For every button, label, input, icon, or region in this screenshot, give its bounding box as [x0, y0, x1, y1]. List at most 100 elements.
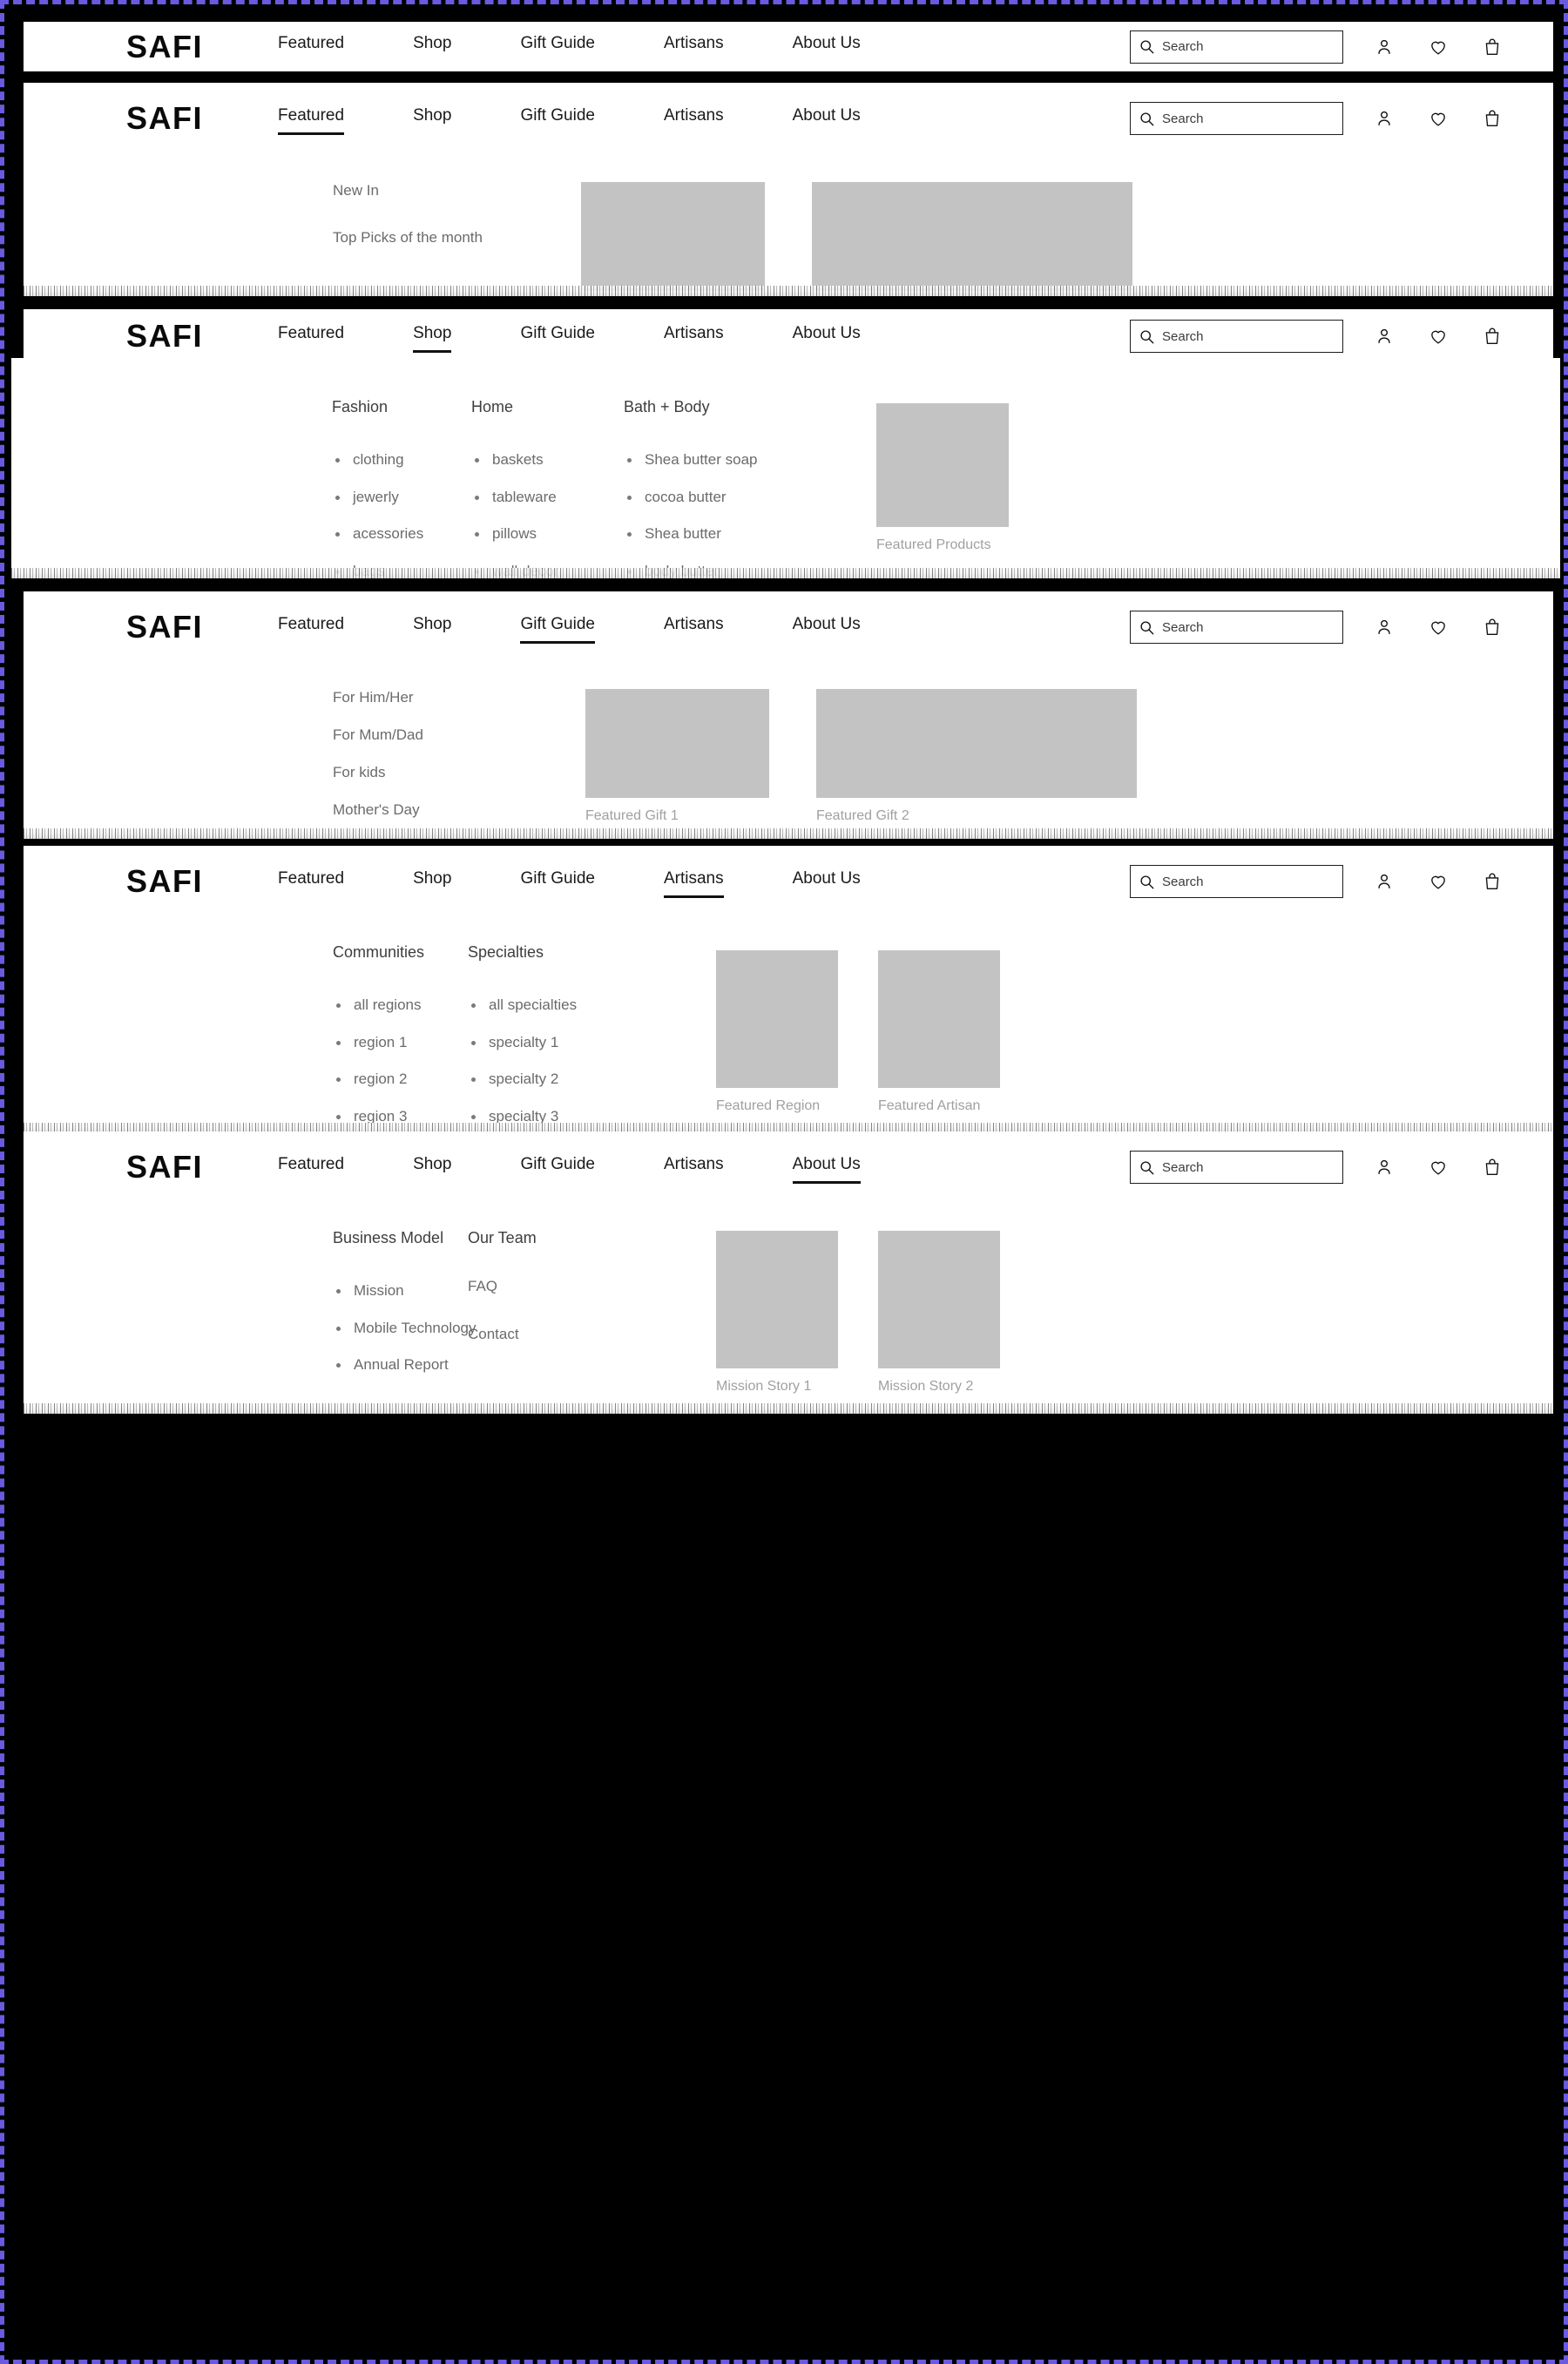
list-item[interactable]: region 3 — [333, 1108, 468, 1125]
logo[interactable]: SAFI — [126, 103, 203, 134]
nav-item-gift-guide[interactable]: Gift Guide — [520, 869, 595, 895]
list-item[interactable]: pillows — [471, 525, 624, 543]
media-card[interactable]: Featured Region — [716, 950, 838, 1133]
nav-item-gift-guide[interactable]: Gift Guide — [520, 615, 595, 644]
list-item[interactable]: tableware — [471, 489, 624, 506]
nav-item-featured[interactable]: Featured — [278, 869, 344, 895]
search-input[interactable]: Search — [1130, 611, 1343, 644]
account-button[interactable] — [1371, 34, 1397, 60]
nav-item-artisans[interactable]: Artisans — [664, 34, 724, 59]
wishlist-button[interactable] — [1425, 868, 1451, 895]
nav-item-artisans[interactable]: Artisans — [663, 869, 724, 898]
nav-item-shop[interactable]: Shop — [413, 869, 451, 895]
logo[interactable]: SAFI — [126, 1152, 203, 1183]
account-button[interactable] — [1371, 1154, 1397, 1180]
search-input[interactable]: Search — [1130, 30, 1343, 64]
account-button[interactable] — [1371, 868, 1397, 895]
nav-item-shop[interactable]: Shop — [413, 34, 451, 59]
wishlist-button[interactable] — [1425, 323, 1451, 349]
list-item[interactable]: specialty 2 — [468, 1071, 716, 1088]
nav-item-gift-guide[interactable]: Gift Guide — [520, 34, 595, 59]
media-card[interactable]: Best Seller — [812, 182, 1132, 296]
nav-item-about-us[interactable]: About Us — [793, 869, 861, 895]
cart-button[interactable] — [1479, 34, 1505, 60]
nav-item-featured[interactable]: Featured — [278, 34, 344, 59]
list-item[interactable]: Mobile Technology — [333, 1320, 476, 1337]
nav-item-featured[interactable]: Featured — [278, 1155, 344, 1180]
nav-item-about-us[interactable]: About Us — [793, 324, 861, 349]
list-item[interactable]: baskets — [471, 451, 624, 469]
cart-button[interactable] — [1479, 323, 1505, 349]
list-item[interactable]: specialty 3 — [468, 1108, 716, 1125]
search-input[interactable]: Search — [1130, 1151, 1343, 1184]
wishlist-button[interactable] — [1425, 614, 1451, 640]
list-item[interactable]: Mother's Day — [333, 801, 585, 819]
account-button[interactable] — [1371, 105, 1397, 132]
list-item[interactable]: Annual Report — [333, 1356, 468, 1374]
list-item[interactable]: specialty 1 — [468, 1034, 716, 1051]
nav-item-artisans[interactable]: Artisans — [664, 615, 724, 640]
logo[interactable]: SAFI — [126, 611, 203, 643]
list-item[interactable]: FAQ — [468, 1278, 716, 1295]
list-item[interactable]: acessories — [332, 525, 471, 543]
nav-item-about-us[interactable]: About Us — [793, 615, 861, 640]
account-button[interactable] — [1371, 614, 1397, 640]
list-item[interactable]: body butter — [624, 563, 876, 578]
wishlist-button[interactable] — [1425, 1154, 1451, 1180]
nav-item-gift-guide[interactable]: Gift Guide — [520, 324, 595, 349]
list-item[interactable]: Contact — [468, 1326, 716, 1343]
nav-item-about-us[interactable]: About Us — [793, 34, 861, 59]
nav-item-shop[interactable]: Shop — [413, 1155, 451, 1180]
nav-item-shop[interactable]: Shop — [413, 106, 451, 132]
list-item[interactable]: Top Picks of the month — [333, 229, 581, 247]
search-input[interactable]: Search — [1130, 102, 1343, 135]
list-item[interactable]: Shea butter — [624, 525, 876, 543]
logo[interactable]: SAFI — [126, 30, 203, 63]
nav-item-about-us[interactable]: About Us — [793, 106, 861, 132]
nav-item-gift-guide[interactable]: Gift Guide — [520, 1155, 595, 1180]
list-item[interactable]: New In — [333, 182, 581, 199]
list-item[interactable]: clothing — [332, 451, 471, 469]
nav-item-shop[interactable]: Shop — [413, 615, 451, 640]
logo[interactable]: SAFI — [126, 866, 203, 897]
logo[interactable]: SAFI — [126, 321, 203, 352]
cart-button[interactable] — [1479, 105, 1505, 132]
nav-item-shop[interactable]: Shop — [413, 324, 452, 353]
media-card[interactable]: Mission Story 2 — [878, 1231, 1000, 1395]
media-card[interactable]: Featured Gift 1 — [585, 689, 769, 839]
list-item[interactable]: For Him/Her — [333, 689, 585, 706]
nav-item-artisans[interactable]: Artisans — [664, 324, 724, 349]
cart-button[interactable] — [1479, 868, 1505, 895]
media-card[interactable]: New Arrival — [581, 182, 765, 296]
list-item[interactable]: region 2 — [333, 1071, 468, 1088]
nav-item-gift-guide[interactable]: Gift Guide — [520, 106, 595, 132]
nav-item-artisans[interactable]: Artisans — [664, 1155, 724, 1180]
media-card[interactable]: Mission Story 1 — [716, 1231, 838, 1395]
list-item[interactable]: jewerly — [332, 489, 471, 506]
search-input[interactable]: Search — [1130, 865, 1343, 898]
list-item[interactable]: region 1 — [333, 1034, 468, 1051]
list-item[interactable]: all specialties — [468, 996, 716, 1014]
wishlist-button[interactable] — [1425, 105, 1451, 132]
nav-item-about-us[interactable]: About Us — [792, 1155, 861, 1184]
wishlist-button[interactable] — [1425, 34, 1451, 60]
nav-item-artisans[interactable]: Artisans — [664, 106, 724, 132]
list-item[interactable]: Mission — [333, 1282, 468, 1300]
account-button[interactable] — [1371, 323, 1397, 349]
cart-button[interactable] — [1479, 1154, 1505, 1180]
list-item[interactable]: bags — [332, 563, 471, 578]
list-item[interactable]: wall decor — [471, 563, 624, 578]
cart-button[interactable] — [1479, 614, 1505, 640]
nav-item-featured[interactable]: Featured — [278, 615, 344, 640]
list-item[interactable]: cocoa butter — [624, 489, 876, 506]
list-item[interactable]: Shea butter soap — [624, 451, 876, 469]
nav-item-featured[interactable]: Featured — [278, 324, 344, 349]
list-item[interactable]: For Mum/Dad — [333, 726, 585, 744]
list-item[interactable]: For kids — [333, 764, 585, 781]
media-card[interactable]: Featured Artisan — [878, 950, 1000, 1133]
media-card[interactable]: Featured Products — [876, 403, 1009, 578]
nav-item-featured[interactable]: Featured — [278, 106, 345, 135]
media-card[interactable]: Featured Gift 2 — [816, 689, 1137, 839]
search-input[interactable]: Search — [1130, 320, 1343, 353]
list-item[interactable]: all regions — [333, 996, 468, 1014]
